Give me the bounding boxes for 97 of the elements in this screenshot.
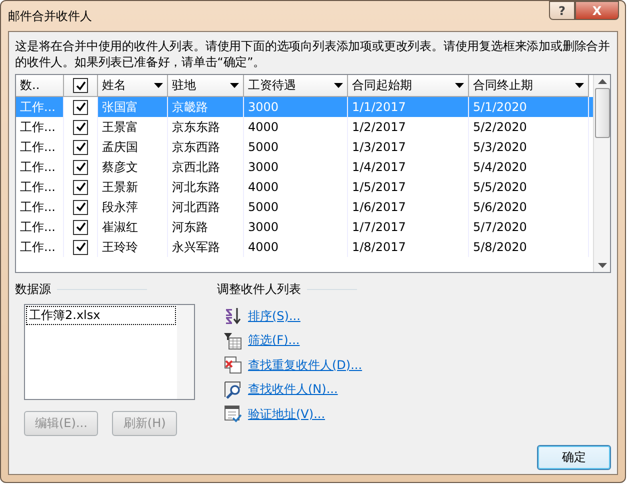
link[interactable]: 排序(S)... xyxy=(248,308,300,325)
recipient-row[interactable]: 工作... 崔淑红 河东路 3000 1/7/2017 5/7/2020 xyxy=(16,217,593,237)
table-cell: 5/2/2020 xyxy=(469,117,589,137)
table-cell: 4000 xyxy=(244,177,348,197)
table-cell: 工作... xyxy=(16,237,64,257)
column-header[interactable]: 工资待遇 xyxy=(244,75,348,97)
filter-icon xyxy=(224,332,242,350)
table-cell: 河北东路 xyxy=(168,177,244,197)
instruction-text: 这是将在合并中使用的收件人列表。请使用下面的选项向列表添加项或更改列表。请使用复选框来添加或删除合并的收件人。如果列表已准备好，请单击“确定”。 xyxy=(15,38,611,70)
list-item[interactable]: 工作簿2.xlsx xyxy=(26,306,176,325)
table-cell: 段永萍 xyxy=(98,197,168,217)
link[interactable]: 查找收件人(N)... xyxy=(248,381,338,398)
group-label: 数据源 xyxy=(15,281,51,298)
table-cell: 工作... xyxy=(16,217,64,237)
table-cell: 3000 xyxy=(244,157,348,177)
checkbox[interactable] xyxy=(73,140,88,154)
table-cell: 张国富 xyxy=(98,97,168,117)
table-cell: 4000 xyxy=(244,237,348,257)
column-header[interactable]: 合同起始期 xyxy=(348,75,469,97)
table-cell: 5/3/2020 xyxy=(469,137,589,157)
table-cell: 5000 xyxy=(244,197,348,217)
checkbox[interactable] xyxy=(73,100,88,114)
dropdown-arrow-icon xyxy=(575,83,584,88)
table-cell: 1/1/2017 xyxy=(348,97,469,117)
table-cell: 5/5/2020 xyxy=(469,177,589,197)
table-cell: 1/5/2017 xyxy=(348,177,469,197)
scrollbar[interactable] xyxy=(177,305,194,399)
table-cell: 京东东路 xyxy=(168,117,244,137)
table-cell: 1/2/2017 xyxy=(348,117,469,137)
help-button[interactable]: ? xyxy=(549,1,575,20)
table-cell: 孟庆国 xyxy=(98,137,168,157)
data-source-list[interactable]: 工作簿2.xlsx xyxy=(24,304,195,400)
search-icon xyxy=(224,380,242,399)
recipient-row[interactable]: 工作... 段永萍 河北西路 5000 1/6/2017 5/6/2020 xyxy=(16,197,593,217)
column-header[interactable]: 合同终止期 xyxy=(469,75,589,97)
table-cell: 永兴军路 xyxy=(168,237,244,257)
checkbox[interactable] xyxy=(73,78,88,93)
table-cell: 工作... xyxy=(16,177,64,197)
checkbox[interactable] xyxy=(73,200,88,214)
table-cell: 王景新 xyxy=(98,177,168,197)
recipient-row[interactable]: 工作... 蔡彦文 京西北路 3000 1/4/2017 5/4/2020 xyxy=(16,157,593,177)
column-header[interactable]: 数.. xyxy=(16,75,64,97)
table-cell: 河东路 xyxy=(168,217,244,237)
table-cell: 1/6/2017 xyxy=(348,197,469,217)
table-cell: 1/8/2017 xyxy=(348,237,469,257)
table-cell: 1/4/2017 xyxy=(348,157,469,177)
group-label: 调整收件人列表 xyxy=(217,281,301,298)
checkbox[interactable] xyxy=(73,120,88,134)
table-cell: 5/8/2020 xyxy=(469,237,589,257)
table-cell: 1/7/2017 xyxy=(348,217,469,237)
table-cell: 工作... xyxy=(16,137,64,157)
table-cell: 3000 xyxy=(244,97,348,117)
recipient-row[interactable]: 工作... 王景新 河北东路 4000 1/5/2017 5/5/2020 xyxy=(16,177,593,197)
table-cell: 王玲玲 xyxy=(98,237,168,257)
dropdown-arrow-icon xyxy=(334,83,343,88)
checkbox[interactable] xyxy=(73,160,88,174)
table-cell: 王景富 xyxy=(98,117,168,137)
table-cell: 河北西路 xyxy=(168,197,244,217)
scroll-up-icon[interactable] xyxy=(598,79,606,84)
table-scrollbar[interactable] xyxy=(593,75,610,272)
table-cell: 京畿路 xyxy=(168,97,244,117)
recipient-row[interactable]: 工作... 孟庆国 京东西路 5000 1/3/2017 5/3/2020 xyxy=(16,137,593,157)
table-cell: 4000 xyxy=(244,117,348,137)
table-cell: 5/4/2020 xyxy=(469,157,589,177)
scroll-down-icon[interactable] xyxy=(598,263,606,268)
dropdown-arrow-icon xyxy=(230,83,239,88)
recipient-row[interactable]: 工作... 王景富 京东东路 4000 1/2/2017 5/2/2020 xyxy=(16,117,593,137)
table-cell: 5/1/2020 xyxy=(469,97,589,117)
checkbox[interactable] xyxy=(73,220,88,234)
sort-icon xyxy=(224,307,242,326)
table-cell: 蔡彦文 xyxy=(98,157,168,177)
checkbox[interactable] xyxy=(73,180,88,194)
ok-button[interactable]: 确定 xyxy=(537,445,611,470)
table-cell: 5/6/2020 xyxy=(469,197,589,217)
scroll-thumb[interactable] xyxy=(594,88,610,138)
table-cell: 工作... xyxy=(16,117,64,137)
link[interactable]: 筛选(F)... xyxy=(248,332,300,350)
window-title: 邮件合并收件人 xyxy=(8,8,92,25)
duplicate-icon xyxy=(224,356,242,374)
link[interactable]: 验证地址(V)... xyxy=(248,406,326,423)
table-cell: 3000 xyxy=(244,217,348,237)
table-cell: 京西北路 xyxy=(168,157,244,177)
dropdown-arrow-icon xyxy=(154,83,163,88)
link[interactable]: 查找重复收件人(D)... xyxy=(248,356,362,374)
table-cell: 工作... xyxy=(16,197,64,217)
table-cell: 5000 xyxy=(244,137,348,157)
table-cell: 京东西路 xyxy=(168,137,244,157)
dropdown-arrow-icon xyxy=(455,83,464,88)
recipient-row[interactable]: 工作... 王玲玲 永兴军路 4000 1/8/2017 5/8/2020 xyxy=(16,237,593,257)
checkbox[interactable] xyxy=(73,240,88,254)
table-cell: 1/3/2017 xyxy=(348,137,469,157)
table-cell: 崔淑红 xyxy=(98,217,168,237)
column-header[interactable]: 驻地 xyxy=(168,75,244,97)
table-cell: 5/7/2020 xyxy=(469,217,589,237)
table-cell: 工作... xyxy=(16,157,64,177)
column-header[interactable]: 姓名 xyxy=(98,75,168,97)
validate-icon xyxy=(224,405,242,424)
